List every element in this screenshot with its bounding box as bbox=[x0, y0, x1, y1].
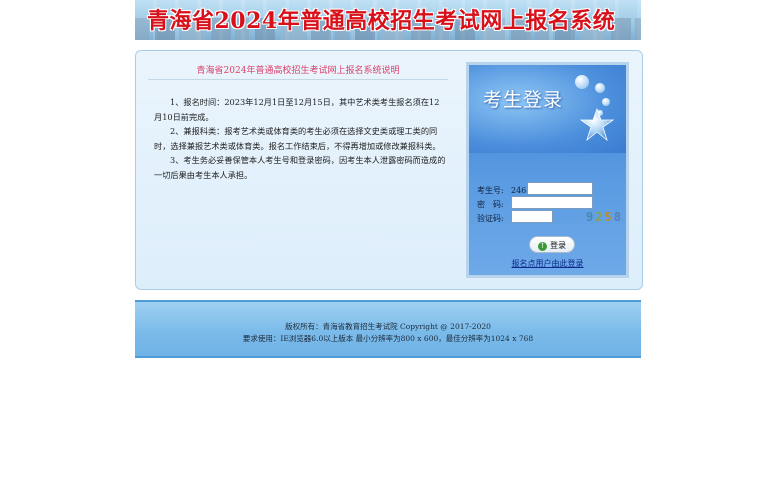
login-card: 考生登录 考生号: 2463 密 码: 验证码: 9258 ↑ 登录 报名点用户… bbox=[466, 62, 629, 278]
footer: 版权所有：青海省教育招生考试院 Copyright @ 2017-2020 要求… bbox=[135, 300, 641, 358]
info-item-subjects: 2、兼报科类：报考艺术类或体育类的考生必须在选择文史类或理工类的同时，选择兼报艺… bbox=[154, 126, 441, 151]
info-title: 青海省2024年普通高校招生考试网上报名系统说明 bbox=[196, 66, 400, 76]
captcha-digit: 5 bbox=[604, 210, 614, 224]
login-button-label: 登录 bbox=[550, 241, 566, 250]
arrow-up-icon: ↑ bbox=[538, 241, 547, 251]
main-panel: 青海省2024年普通高校招生考试网上报名系统说明 1、报名时间：2023年12月… bbox=[135, 50, 643, 290]
info-item-password: 3、考生务必妥善保管本人考生号和登录密码，因考生本人泄露密码而造成的一切后果由考… bbox=[154, 155, 446, 180]
bubble-icon bbox=[595, 83, 605, 93]
captcha-digit: 8 bbox=[613, 210, 623, 224]
captcha-digit: 9 bbox=[586, 210, 596, 224]
captcha-label: 验证码: bbox=[477, 214, 504, 223]
password-row: 密 码: bbox=[477, 199, 511, 210]
header-banner: 青海省2024年普通高校招生考试网上报名系统 bbox=[135, 0, 641, 40]
captcha-row: 验证码: bbox=[477, 213, 511, 224]
exam-no-label: 考生号: bbox=[477, 186, 504, 195]
password-input[interactable] bbox=[511, 196, 593, 209]
login-title: 考生登录 bbox=[483, 89, 564, 111]
info-item-time: 1、报名时间：2023年12月1日至12月15日，其中艺术类考生报名须在12月1… bbox=[154, 97, 440, 122]
info-divider bbox=[148, 79, 448, 80]
site-title: 青海省2024年普通高校招生考试网上报名系统 bbox=[147, 8, 616, 34]
star-icon bbox=[579, 107, 615, 142]
bubble-icon bbox=[575, 75, 589, 89]
info-body: 1、报名时间：2023年12月1日至12月15日，其中艺术类考生报名须在12月1… bbox=[154, 95, 446, 182]
exam-no-input[interactable] bbox=[527, 182, 593, 195]
bubble-icon bbox=[602, 98, 610, 106]
exam-no-row: 考生号: 2463 bbox=[477, 185, 531, 196]
password-label: 密 码: bbox=[477, 200, 504, 209]
login-button[interactable]: ↑ 登录 bbox=[529, 236, 575, 253]
captcha-input[interactable] bbox=[511, 210, 553, 223]
station-login-link[interactable]: 报名点用户由此登录 bbox=[469, 258, 626, 269]
copyright-text: 版权所有：青海省教育招生考试院 Copyright @ 2017-2020 bbox=[285, 322, 491, 331]
captcha-image[interactable]: 9258 bbox=[586, 210, 623, 224]
browser-requirements: 要求使用：IE浏览器6.0以上版本 最小分辨率为800 x 600，最佳分辨率为… bbox=[242, 334, 534, 343]
login-header-graphic: 考生登录 bbox=[469, 65, 626, 153]
